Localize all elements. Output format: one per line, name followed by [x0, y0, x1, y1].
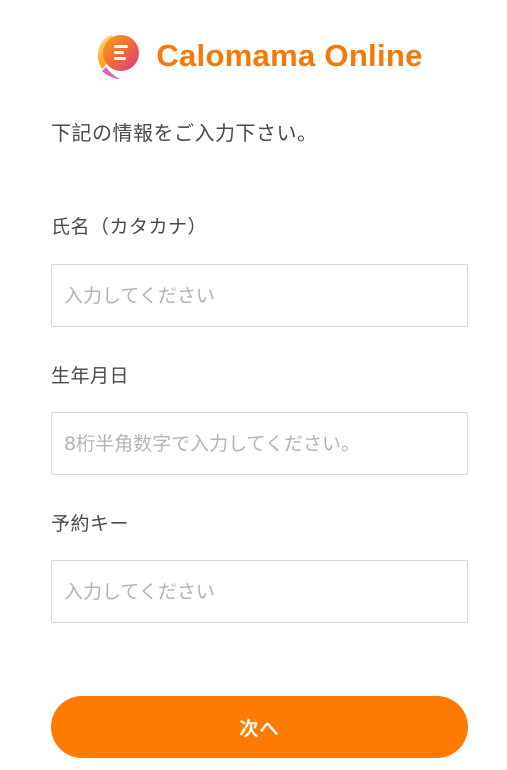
birthdate-input[interactable]	[51, 412, 468, 475]
name-kana-input[interactable]	[51, 264, 468, 327]
name-kana-label: 氏名（カタカナ）	[51, 216, 208, 238]
reservation-key-input[interactable]	[51, 560, 468, 623]
birthdate-label: 生年月日	[51, 365, 130, 387]
app-header: Calomama Online	[0, 28, 507, 84]
reservation-key-label: 予約キー	[51, 513, 130, 535]
next-button[interactable]: 次へ	[51, 696, 468, 758]
calomama-logo-icon	[98, 35, 140, 79]
instruction-text: 下記の情報をご入力下さい。	[51, 121, 318, 145]
app-title: Calomama Online	[156, 38, 423, 73]
